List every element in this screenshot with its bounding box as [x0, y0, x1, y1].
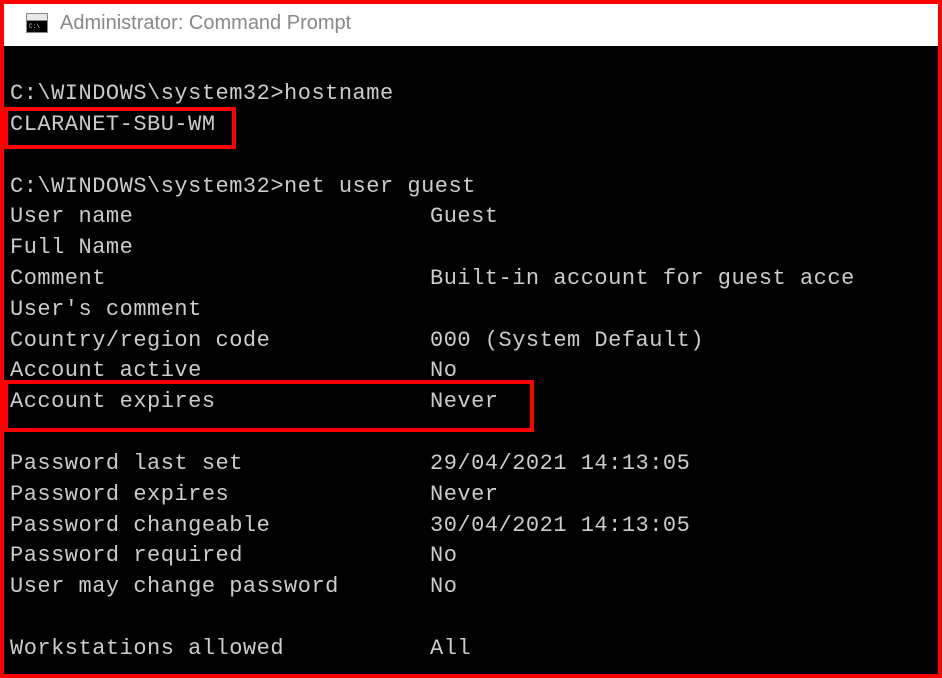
window-title: Administrator: Command Prompt	[60, 12, 351, 35]
field-value: 29/04/2021 14:13:05	[430, 449, 690, 480]
title-bar: C:\ Administrator: Command Prompt	[4, 4, 938, 46]
field-value: Never	[430, 387, 499, 418]
field-label: User may change password	[10, 572, 430, 603]
output-row: Account expires Never	[10, 387, 938, 418]
field-value: All	[430, 634, 471, 665]
field-value: No	[430, 356, 457, 387]
output-row: Password last set 29/04/2021 14:13:05	[10, 449, 938, 480]
field-label: Workstations allowed	[10, 634, 430, 665]
cmd-icon-glyph: C:\	[29, 23, 40, 30]
output-row: User name Guest	[10, 202, 938, 233]
field-value: No	[430, 541, 457, 572]
output-row: Password expires Never	[10, 480, 938, 511]
output-row-account-active: Account active No	[10, 356, 938, 387]
output-row: User's comment	[10, 295, 938, 326]
output-row: Workstations allowed All	[10, 634, 938, 665]
prompt-line-netuser: C:\WINDOWS\system32>net user guest	[10, 172, 938, 203]
field-label: Password required	[10, 541, 430, 572]
field-value: Built-in account for guest acce	[430, 264, 855, 295]
output-row: Password required No	[10, 541, 938, 572]
field-label: Account active	[10, 356, 430, 387]
screenshot-frame: C:\ Administrator: Command Prompt C:\WIN…	[0, 0, 942, 678]
field-label: Password changeable	[10, 511, 430, 542]
field-label: Full Name	[10, 233, 430, 264]
prompt-line-hostname: C:\WINDOWS\system32>hostname	[10, 79, 938, 110]
field-label: User's comment	[10, 295, 430, 326]
field-label: User name	[10, 202, 430, 233]
hostname-output: CLARANET-SBU-WM	[10, 110, 938, 141]
field-label: Password expires	[10, 480, 430, 511]
output-row: Password changeable 30/04/2021 14:13:05	[10, 511, 938, 542]
output-row: Comment Built-in account for guest acce	[10, 264, 938, 295]
output-row: Full Name	[10, 233, 938, 264]
field-label: Country/region code	[10, 326, 430, 357]
field-value: 30/04/2021 14:13:05	[430, 511, 690, 542]
output-row: User may change password No	[10, 572, 938, 603]
field-value: 000 (System Default)	[430, 326, 704, 357]
field-label: Account expires	[10, 387, 430, 418]
field-value: Guest	[430, 202, 499, 233]
field-value: Never	[430, 480, 499, 511]
terminal-body[interactable]: C:\WINDOWS\system32>hostname CLARANET-SB…	[4, 46, 938, 674]
field-label: Comment	[10, 264, 430, 295]
cmd-prompt-icon: C:\	[26, 13, 48, 33]
field-value: No	[430, 572, 457, 603]
field-label: Password last set	[10, 449, 430, 480]
output-row: Country/region code 000 (System Default)	[10, 326, 938, 357]
